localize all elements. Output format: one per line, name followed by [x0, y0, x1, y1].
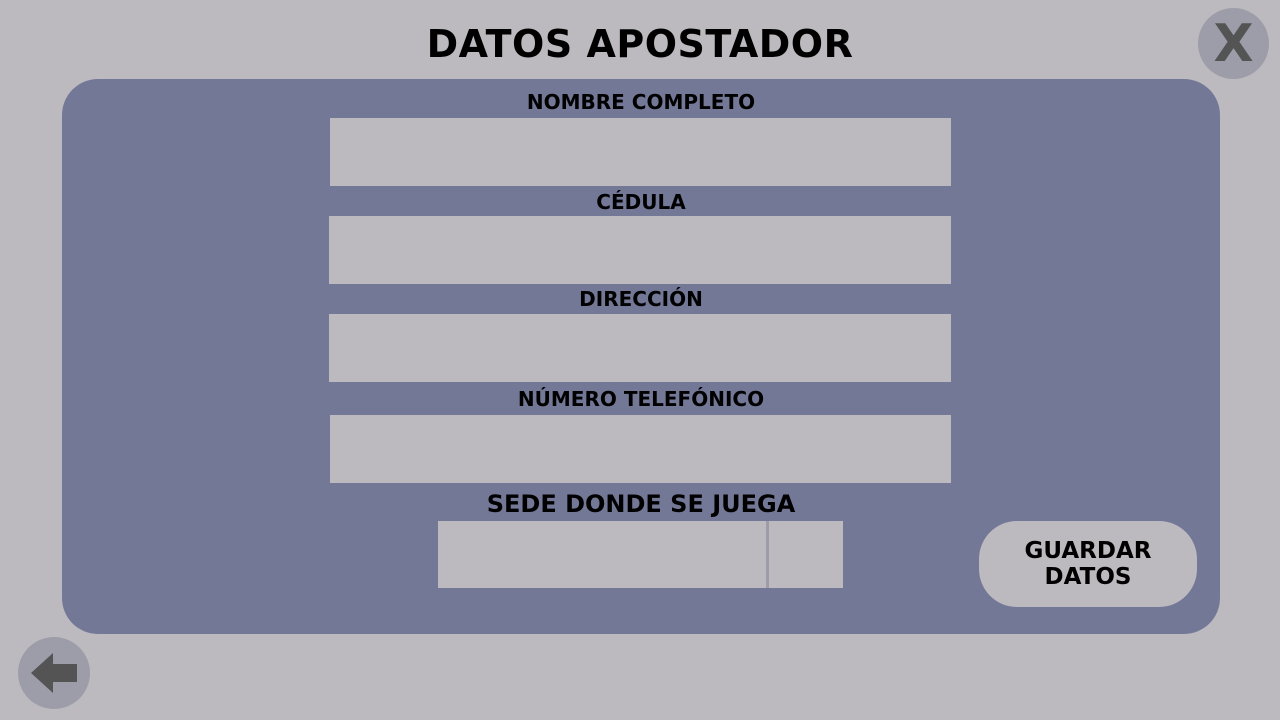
venue-select[interactable]	[438, 521, 843, 588]
address-input[interactable]	[329, 314, 951, 382]
id-number-label: CÉDULA	[596, 190, 686, 214]
full-name-input[interactable]	[330, 118, 951, 186]
address-label: DIRECCIÓN	[579, 287, 703, 311]
save-data-button[interactable]: GUARDAR DATOS	[979, 521, 1197, 607]
id-number-input[interactable]	[329, 216, 951, 284]
dropdown-arrow-icon[interactable]	[769, 521, 843, 588]
close-button[interactable]: X	[1198, 8, 1269, 79]
form-panel: NOMBRE COMPLETO CÉDULA DIRECCIÓN NÚMERO …	[62, 79, 1220, 634]
full-name-label: NOMBRE COMPLETO	[526, 90, 756, 114]
back-button[interactable]	[18, 637, 90, 709]
phone-label: NÚMERO TELEFÓNICO	[517, 387, 765, 411]
arrow-left-icon	[31, 653, 77, 693]
page-title: DATOS APOSTADOR	[426, 22, 854, 66]
close-icon: X	[1213, 13, 1254, 74]
venue-label: SEDE DONDE SE JUEGA	[486, 490, 796, 518]
phone-input[interactable]	[330, 415, 951, 483]
venue-selected-value	[450, 521, 750, 588]
